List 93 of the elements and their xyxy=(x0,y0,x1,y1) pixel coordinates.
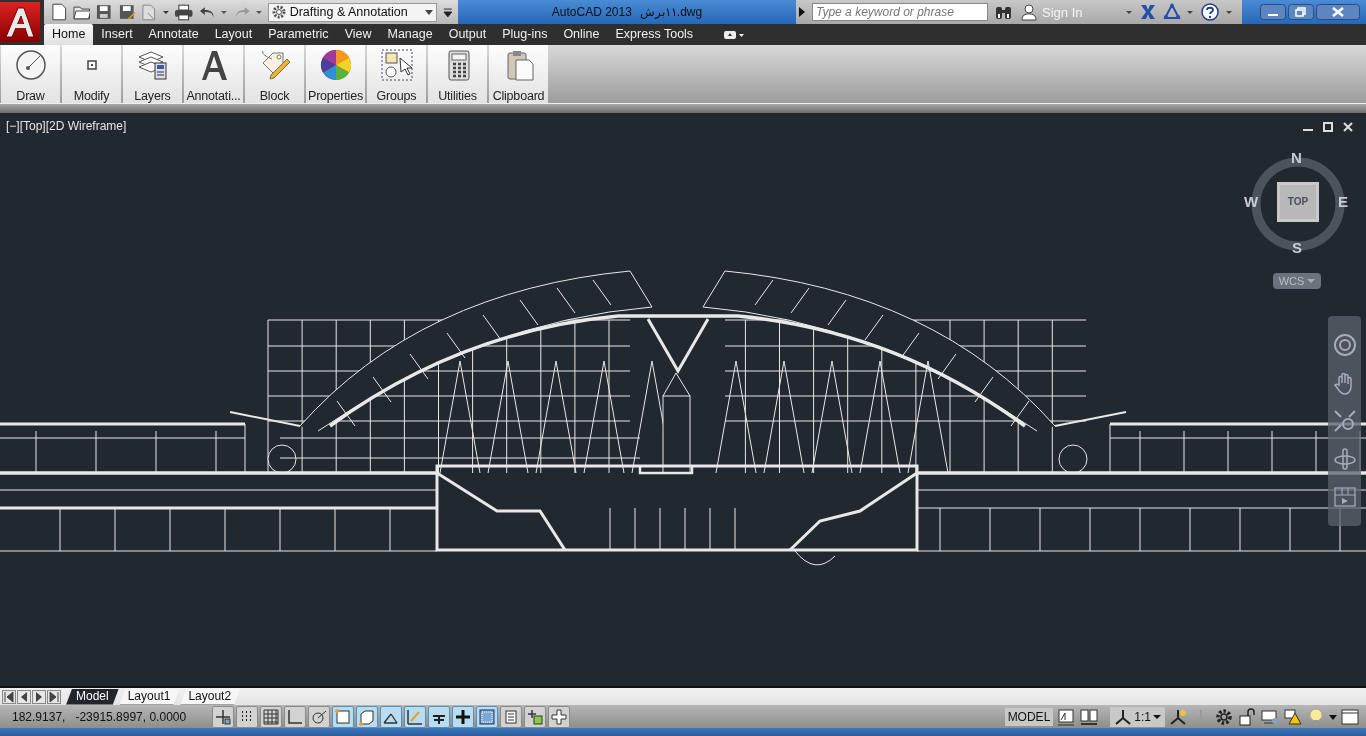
am-toggle-icon[interactable] xyxy=(548,705,570,728)
osnap-toggle-icon[interactable] xyxy=(332,705,354,728)
compass-east-label: E xyxy=(1338,193,1348,210)
zoom-extents-icon[interactable] xyxy=(1332,408,1357,433)
ribbon-tab[interactable]: Online xyxy=(555,24,608,45)
snap-toggle-icon[interactable] xyxy=(236,705,258,728)
layers-icon xyxy=(136,49,169,81)
gear-icon xyxy=(270,4,287,20)
workspace-gear-icon[interactable] xyxy=(1214,706,1234,727)
window-title: AutoCAD 2013 xyxy=(551,5,632,19)
save-icon[interactable] xyxy=(95,3,113,21)
file-name: ١١برش.dwg xyxy=(639,5,703,19)
workspace-name: Drafting & Annotation xyxy=(289,5,409,19)
save-as-icon[interactable] xyxy=(117,3,136,21)
grid-toggle-icon[interactable] xyxy=(260,705,282,728)
properties-icon xyxy=(319,49,352,81)
annotation-scale-icon xyxy=(1114,707,1133,726)
ribbon-tab[interactable]: View xyxy=(336,24,380,45)
ducs-toggle-icon[interactable] xyxy=(404,705,426,728)
ribbon-tab[interactable]: Parametric xyxy=(260,24,337,45)
polar-toggle-icon[interactable] xyxy=(308,705,330,728)
restore-icon[interactable] xyxy=(1288,4,1314,20)
drawing-area[interactable]: [−][Top][2D Wireframe] N W TOP E S WCS xyxy=(0,112,1366,687)
orbit-icon[interactable] xyxy=(1332,446,1357,471)
steering-wheel-icon[interactable] xyxy=(1332,332,1357,357)
draw-icon xyxy=(14,49,47,81)
osnap3d-toggle-icon[interactable] xyxy=(356,705,378,728)
new-file-icon[interactable] xyxy=(50,3,68,21)
warning-isolate-icon[interactable] xyxy=(1283,706,1303,727)
groups-icon xyxy=(380,49,413,81)
ribbon-panel-button[interactable]: Utilities xyxy=(428,45,487,103)
last-tab-icon[interactable] xyxy=(47,689,61,704)
ribbon-tab[interactable]: Express Tools xyxy=(607,24,702,45)
first-tab-icon[interactable] xyxy=(2,689,16,704)
user-icon xyxy=(1020,3,1038,21)
caret-icon xyxy=(1307,276,1316,285)
ribbon-tab[interactable]: Annotate xyxy=(140,24,207,45)
show-motion-icon[interactable] xyxy=(1332,484,1357,509)
ribbon-panel-button[interactable]: Layers xyxy=(123,45,182,103)
compass-west-label: W xyxy=(1244,193,1259,210)
ribbon-tab[interactable]: Home xyxy=(44,24,94,45)
caret-icon xyxy=(1153,712,1161,721)
quick-view-layouts-icon[interactable] xyxy=(1056,706,1077,727)
coordinates-readout: 182.9137, -23915.8997, 0.0000 xyxy=(11,709,188,724)
ribbon-tab[interactable]: Layout xyxy=(206,24,261,45)
compass-south-label: S xyxy=(1292,239,1302,256)
ribbon-panel-button[interactable]: Draw xyxy=(1,45,60,103)
letter-a-logo-icon xyxy=(2,4,38,40)
viewcube-face[interactable]: TOP xyxy=(1277,181,1319,222)
ribbon-panel-button[interactable]: Annotati... xyxy=(184,45,243,103)
annotation-scale-button[interactable]: 1:1 xyxy=(1110,706,1165,727)
close-icon[interactable] xyxy=(1316,4,1360,20)
model-tab[interactable]: Model xyxy=(66,688,119,705)
padlock-icon[interactable] xyxy=(1237,706,1257,727)
tpy-toggle-icon[interactable] xyxy=(476,705,498,728)
previous-tab-icon[interactable] xyxy=(17,689,31,704)
lwt-toggle-icon[interactable] xyxy=(452,705,474,728)
search-field[interactable]: Type a keyword or phrase xyxy=(812,3,988,21)
layout-tab[interactable]: Layout2 xyxy=(180,688,241,705)
compass-north-label: N xyxy=(1291,149,1302,166)
otrack-toggle-icon[interactable] xyxy=(380,705,402,728)
application-menu-button[interactable] xyxy=(0,2,40,42)
viewport-label[interactable]: [−][Top][2D Wireframe] xyxy=(6,118,127,133)
ribbon-panel-button[interactable]: Block xyxy=(245,45,304,103)
modify-icon xyxy=(86,60,97,70)
dyn-toggle-icon[interactable] xyxy=(428,705,450,728)
open-folder-icon[interactable] xyxy=(72,3,91,21)
ribbon-tab[interactable]: Plug-ins xyxy=(494,24,556,45)
minimize-icon[interactable] xyxy=(1260,4,1286,20)
triangle-people-icon[interactable] xyxy=(1163,3,1181,21)
ribbon-tab[interactable]: Manage xyxy=(379,24,441,45)
print-icon[interactable] xyxy=(174,3,194,21)
help-icon[interactable] xyxy=(1200,3,1220,21)
sign-in-label: Sign In xyxy=(1042,4,1083,20)
navigation-bar[interactable] xyxy=(1328,315,1361,526)
clean-screen-icon[interactable] xyxy=(1340,706,1360,727)
ribbon-tab[interactable]: Insert xyxy=(93,24,141,45)
workspace-dropdown[interactable]: Drafting & Annotation xyxy=(267,2,438,22)
sc-toggle-icon[interactable] xyxy=(524,705,546,728)
ortho-toggle-icon[interactable] xyxy=(284,705,306,728)
x-logo-icon[interactable] xyxy=(1139,3,1157,21)
ribbon-panel-button[interactable]: Clipboard xyxy=(489,45,548,103)
qp-toggle-icon[interactable] xyxy=(500,705,522,728)
layout-tab[interactable]: Layout1 xyxy=(119,688,180,705)
next-tab-icon[interactable] xyxy=(32,689,46,704)
viewcube-compass[interactable]: N W TOP E S xyxy=(1245,150,1351,257)
quick-view-drawings-icon[interactable] xyxy=(1079,706,1100,727)
model-space-button[interactable]: MODEL xyxy=(1004,707,1054,726)
infer-toggle-icon[interactable] xyxy=(212,705,234,728)
ribbon-panel-button[interactable]: Properties xyxy=(306,45,365,103)
ribbon-panel-button[interactable]: Modify xyxy=(62,45,121,103)
ribbon-tab[interactable]: Output xyxy=(440,24,495,45)
ribbon-panel-button[interactable]: Groups xyxy=(367,45,426,103)
